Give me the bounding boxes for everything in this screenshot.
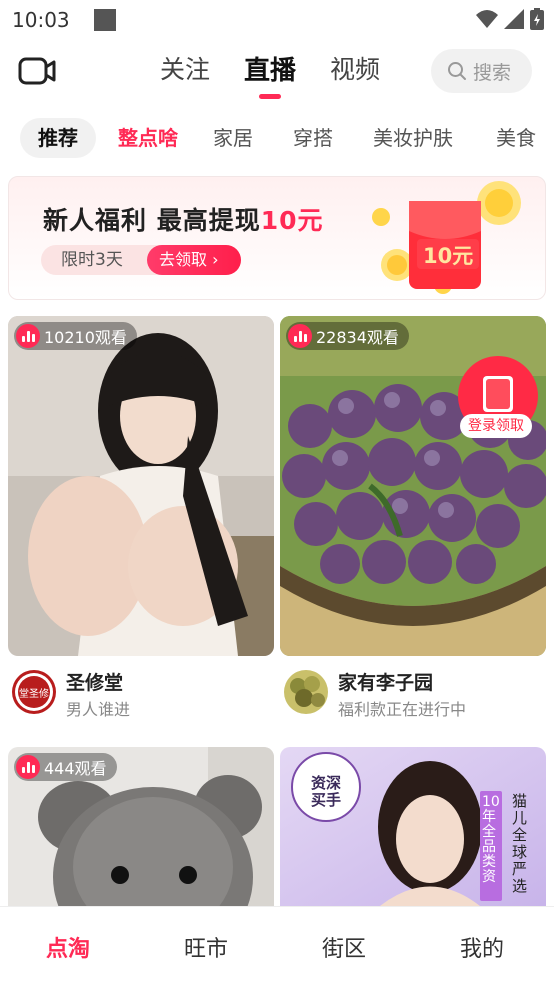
category-outfit[interactable]: 穿搭 [293,118,333,158]
live-camera-icon[interactable] [18,56,56,86]
shop-subtitle: 男人谁进 [66,700,131,719]
promo-banner[interactable]: 新人福利 最高提现10元 限时3天 去领取 › 10元 [8,176,546,300]
red-envelope-icon: 10元 [372,181,521,294]
avatar[interactable]: 堂圣修 [12,670,56,714]
top-nav: 关注 直播 视频 搜索 [0,44,554,102]
bottom-nav: 点淘 旺市 街区 我的 [0,906,554,985]
live-bars-icon [16,324,40,348]
live-cover-image[interactable]: 登录领取 22834观看 [280,316,546,656]
nav-wangshi[interactable]: 旺市 [184,931,228,963]
live-card[interactable]: 444观看 [8,747,274,906]
tab-live[interactable]: 直播 [244,50,296,87]
category-recommend[interactable]: 推荐 [20,118,96,158]
tab-follow[interactable]: 关注 [160,50,210,87]
live-card[interactable]: 资深买手 10年全品类资 猫儿全球严选 [280,747,546,906]
category-zhengdiansha[interactable]: 整点啥 [118,118,178,158]
vertical-badge: 10年全品类资 [482,794,500,885]
live-bars-icon [16,755,40,779]
vertical-text: 猫儿全球严选 [512,792,528,895]
category-food[interactable]: 美食 [496,118,536,158]
shop-info[interactable]: 堂圣修 圣修堂 男人谁进 [8,664,274,720]
search-label: 搜索 [473,61,512,84]
live-cover-image[interactable]: 资深买手 10年全品类资 猫儿全球严选 [280,747,546,906]
signal-icon [504,9,524,29]
login-claim-badge[interactable]: 登录领取 [460,414,532,438]
shop-info[interactable]: 家有李子园 福利款正在进行中 [280,664,546,720]
status-bar: 10:03 [0,0,554,40]
category-beauty[interactable]: 美妆护肤 [373,118,453,158]
viewer-badge: 10210观看 [14,322,137,350]
viewer-count: 444观看 [44,759,107,778]
status-time: 10:03 [12,8,70,32]
promo-title: 新人福利 最高提现10元 [43,201,324,237]
notification-icon [93,9,116,31]
top-tabs: 关注 直播 视频 [160,50,380,87]
tab-video[interactable]: 视频 [330,50,380,87]
shop-name: 圣修堂 [66,672,124,694]
nav-diantao[interactable]: 点淘 [46,931,90,963]
live-bars-icon [288,324,312,348]
nav-mine[interactable]: 我的 [460,931,504,963]
battery-icon [530,8,544,30]
live-cover-image[interactable]: 444观看 [8,747,274,906]
search-icon [448,62,466,80]
viewer-badge: 444观看 [14,753,117,781]
promo-pill: 限时3天 去领取 › [41,245,241,275]
promo-limit: 限时3天 [61,250,123,270]
viewer-badge: 22834观看 [286,322,409,350]
viewer-count: 10210观看 [44,328,127,347]
buyer-seal: 资深买手 [310,774,341,809]
shop-name: 家有李子园 [338,672,434,694]
live-card[interactable]: 10210观看 堂圣修 圣修堂 男人谁进 [8,316,274,726]
category-home[interactable]: 家居 [213,118,253,158]
nav-jiequ[interactable]: 街区 [322,931,366,963]
avatar[interactable] [284,670,328,714]
claim-button[interactable]: 去领取 › [147,245,241,275]
search-button[interactable]: 搜索 [431,49,532,93]
viewer-count: 22834观看 [316,328,399,347]
category-tabs: 推荐 整点啥 家居 穿搭 美妆护肤 美食 [0,118,554,162]
promo-title-amount: 10元 [260,206,324,235]
shop-subtitle: 福利款正在进行中 [338,700,467,719]
live-card[interactable]: 登录领取 22834观看 家有李子园 福利款正在进行中 [280,316,546,726]
envelope-amount: 10元 [423,244,473,268]
svg-text:堂圣修: 堂圣修 [19,687,49,700]
wifi-icon [476,10,498,28]
live-cover-image[interactable]: 10210观看 [8,316,274,656]
status-icons [476,8,544,30]
promo-title-text: 新人福利 最高提现 [43,206,261,235]
